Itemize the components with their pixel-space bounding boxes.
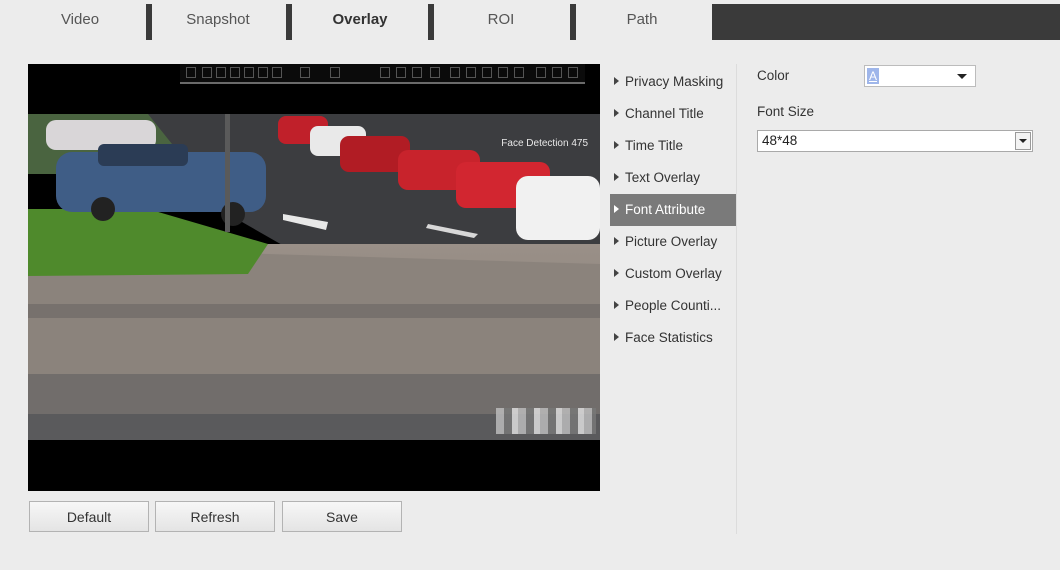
tab-separator bbox=[146, 4, 152, 40]
refresh-button[interactable]: Refresh bbox=[155, 501, 275, 532]
video-top-band bbox=[28, 64, 600, 114]
chevron-down-icon bbox=[957, 74, 967, 79]
tab-video[interactable]: Video bbox=[20, 0, 140, 44]
menu-item-custom-overlay[interactable]: Custom Overlay bbox=[610, 258, 736, 290]
caret-right-icon bbox=[614, 109, 619, 117]
menu-item-privacy-masking[interactable]: Privacy Masking bbox=[610, 66, 736, 98]
caret-right-icon bbox=[614, 141, 619, 149]
face-detection-overlay-text: Face Detection 475 bbox=[501, 138, 588, 149]
tab-snapshot[interactable]: Snapshot bbox=[158, 0, 278, 44]
font-size-select[interactable]: 48*48 bbox=[757, 130, 1033, 152]
tab-roi[interactable]: ROI bbox=[440, 0, 562, 44]
overlay-side-menu: Privacy Masking Channel Title Time Title… bbox=[610, 66, 736, 354]
tab-path[interactable]: Path bbox=[580, 0, 704, 44]
blurred-overlay-region bbox=[496, 408, 596, 434]
tab-separator bbox=[286, 4, 292, 40]
caret-right-icon bbox=[614, 301, 619, 309]
menu-divider bbox=[736, 64, 737, 534]
menu-item-time-title[interactable]: Time Title bbox=[610, 130, 736, 162]
menu-item-channel-title[interactable]: Channel Title bbox=[610, 98, 736, 130]
menu-item-font-attribute[interactable]: Font Attribute bbox=[610, 194, 736, 226]
camera-scene: Face Detection 475 bbox=[28, 114, 600, 440]
menu-item-people-counting[interactable]: People Counti... bbox=[610, 290, 736, 322]
menu-item-text-overlay[interactable]: Text Overlay bbox=[610, 162, 736, 194]
dropdown-button[interactable] bbox=[1015, 132, 1031, 150]
default-button[interactable]: Default bbox=[29, 501, 149, 532]
color-swatch: A bbox=[867, 68, 925, 84]
tab-separator bbox=[570, 4, 576, 40]
tab-bar: Video Snapshot Overlay ROI Path bbox=[0, 0, 1060, 44]
tab-separator bbox=[428, 4, 434, 40]
time-title-overlay-box[interactable] bbox=[180, 64, 585, 84]
caret-right-icon bbox=[614, 205, 619, 213]
caret-right-icon bbox=[614, 269, 619, 277]
save-button[interactable]: Save bbox=[282, 501, 402, 532]
menu-item-picture-overlay[interactable]: Picture Overlay bbox=[610, 226, 736, 258]
parking-lot-scene bbox=[28, 114, 600, 440]
menu-item-face-statistics[interactable]: Face Statistics bbox=[610, 322, 736, 354]
caret-right-icon bbox=[614, 173, 619, 181]
caret-right-icon bbox=[614, 333, 619, 341]
font-size-label: Font Size bbox=[757, 104, 815, 119]
font-size-value: 48*48 bbox=[762, 133, 798, 148]
color-select[interactable]: A bbox=[864, 65, 976, 87]
tab-overlay[interactable]: Overlay bbox=[298, 0, 422, 44]
color-label: Color bbox=[757, 68, 790, 83]
caret-right-icon bbox=[614, 237, 619, 245]
chevron-down-icon bbox=[1019, 139, 1027, 143]
caret-right-icon bbox=[614, 77, 619, 85]
video-preview[interactable]: Face Detection 475 bbox=[28, 64, 600, 491]
tab-bar-fill bbox=[712, 4, 1060, 40]
